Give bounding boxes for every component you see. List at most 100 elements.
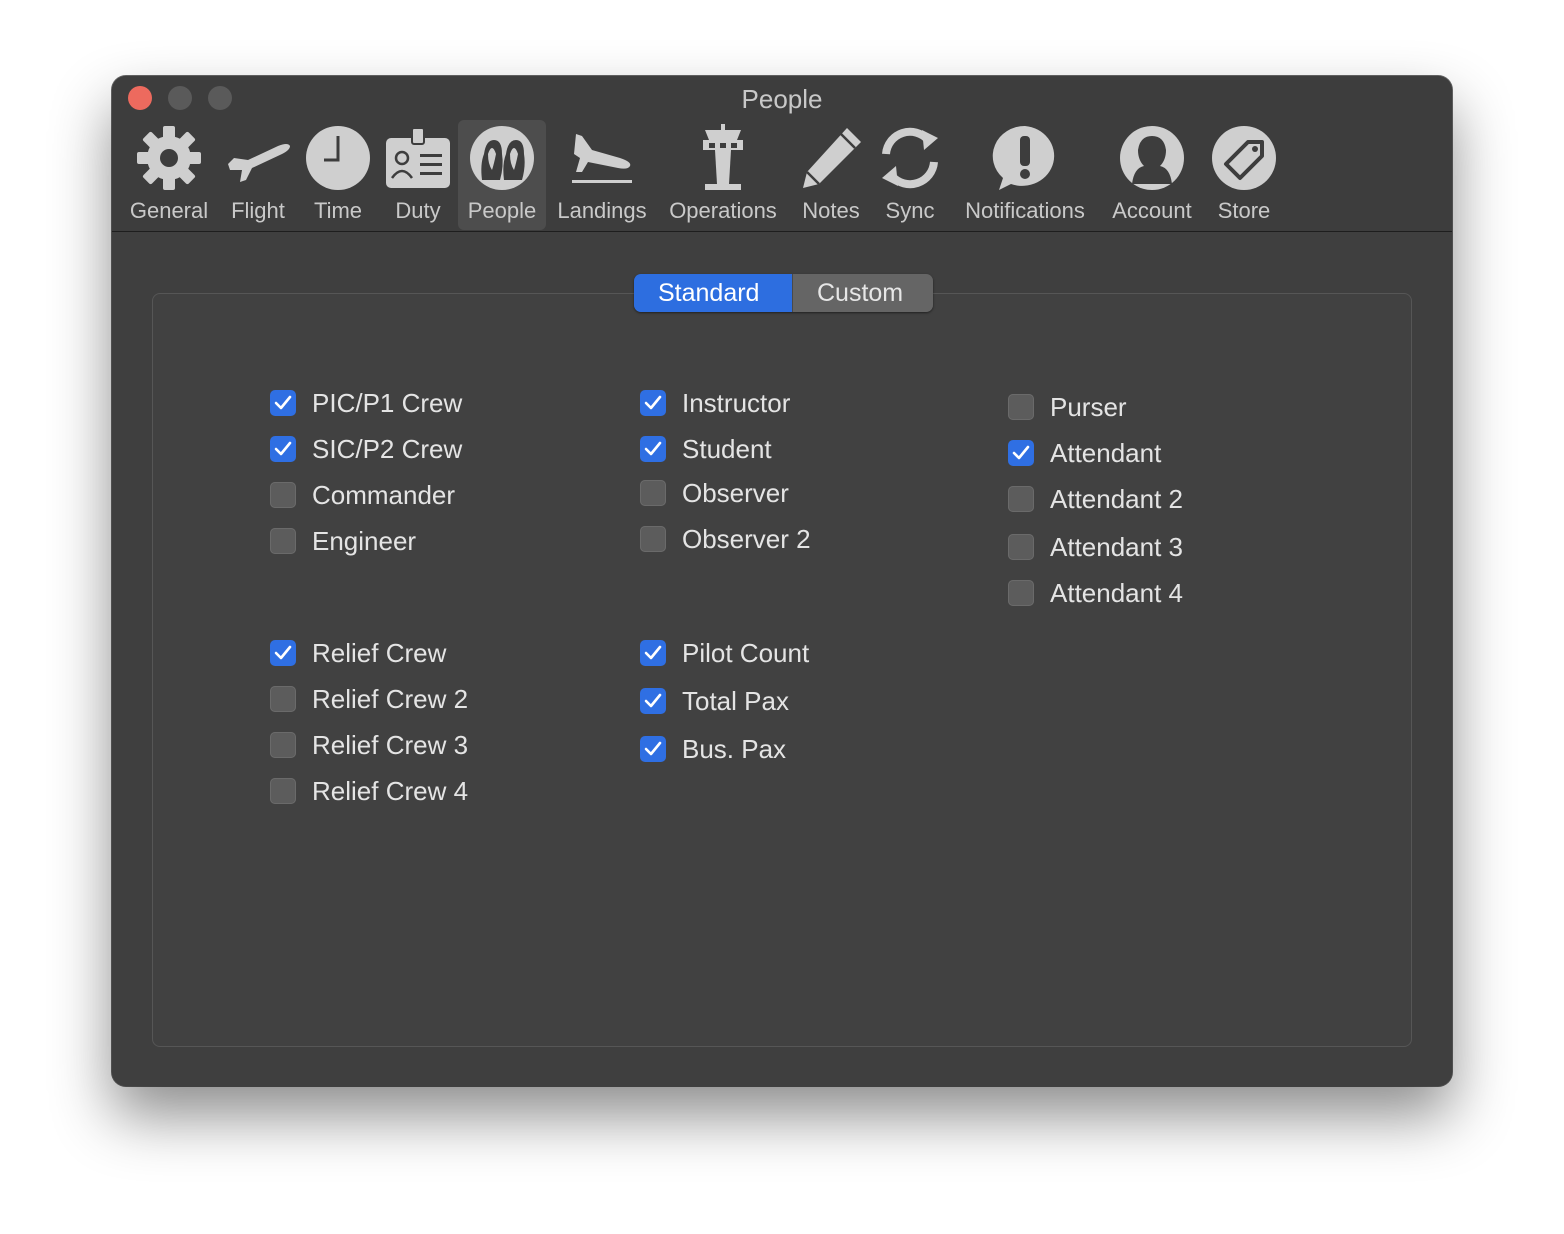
gear-icon [137, 126, 201, 190]
tab-store-label: Store [1217, 198, 1271, 223]
checkbox-box[interactable] [1008, 534, 1034, 560]
checkbox-box[interactable] [1008, 394, 1034, 420]
tab-time[interactable]: Time [302, 120, 374, 230]
tab-account[interactable]: Account [1106, 120, 1198, 230]
checkmark-icon [644, 395, 662, 410]
checkmark-icon [644, 441, 662, 456]
checkmark-icon [1012, 445, 1030, 460]
checkbox-label: Student [682, 433, 772, 464]
sync-icon [882, 127, 938, 189]
checkbox-box[interactable] [640, 640, 666, 666]
checkmark-icon [644, 645, 662, 660]
checkbox-label: Pilot Count [682, 637, 810, 668]
landing-plane-icon [572, 134, 632, 183]
checkbox-box[interactable] [270, 390, 296, 416]
people-pane: Standard Custom PIC/P1 Crew SIC/P2 Crew Co… [112, 232, 1452, 1086]
window-title: People [741, 84, 823, 114]
preferences-window: People General Flight Time Duty People L… [112, 76, 1452, 1086]
checkbox-relief-crew-4[interactable]: Relief Crew 4 [270, 775, 468, 807]
standard-custom-segmented-control: Standard Custom [634, 274, 933, 312]
checkbox-total-pax[interactable]: Total Pax [640, 685, 789, 717]
tab-operations[interactable]: Operations [664, 120, 782, 230]
checkbox-label: Engineer [312, 525, 417, 556]
tab-notes[interactable]: Notes [796, 120, 866, 230]
checkbox-label: Attendant [1050, 437, 1162, 468]
checkbox-box[interactable] [270, 482, 296, 508]
checkbox-purser[interactable]: Purser [1008, 391, 1127, 423]
checkbox-label: Total Pax [682, 685, 789, 716]
checkbox-box[interactable] [270, 732, 296, 758]
checkbox-observer[interactable]: Observer [640, 477, 789, 509]
checkbox-attendant-4[interactable]: Attendant 4 [1008, 577, 1183, 609]
checkbox-relief-crew-3[interactable]: Relief Crew 3 [270, 729, 468, 761]
titlebar: People General Flight Time Duty People L… [112, 76, 1452, 232]
checkbox-relief-crew[interactable]: Relief Crew [270, 637, 446, 669]
checkbox-label: Relief Crew [312, 637, 447, 668]
checkmark-icon [274, 645, 292, 660]
checkbox-attendant[interactable]: Attendant [1008, 437, 1161, 469]
checkbox-box[interactable] [270, 686, 296, 712]
checkbox-box[interactable] [640, 390, 666, 416]
tab-sync[interactable]: Sync [876, 120, 944, 230]
tab-notifications-label: Notifications [965, 198, 1085, 223]
tab-notifications[interactable]: Notifications [958, 120, 1092, 230]
checkbox-engineer[interactable]: Engineer [270, 525, 416, 557]
checkbox-relief-crew-2[interactable]: Relief Crew 2 [270, 683, 468, 715]
tab-account-label: Account [1112, 198, 1192, 223]
checkmark-icon [644, 693, 662, 708]
checkbox-label: Relief Crew 3 [312, 729, 469, 760]
checkbox-label: Attendant 4 [1050, 577, 1183, 608]
checkbox-box[interactable] [270, 436, 296, 462]
checkbox-box[interactable] [1008, 580, 1034, 606]
people-icon [470, 126, 534, 190]
checkbox-observer-2[interactable]: Observer 2 [640, 523, 811, 555]
exclamation-bubble-icon [992, 125, 1055, 190]
tab-people[interactable]: People [458, 120, 546, 230]
checkbox-commander[interactable]: Commander [270, 479, 455, 511]
checkbox-bus-pax[interactable]: Bus. Pax [640, 733, 786, 765]
pencil-icon [803, 128, 861, 188]
tab-general[interactable]: General [128, 120, 210, 230]
checkbox-instructor[interactable]: Instructor [640, 387, 790, 419]
checkbox-label: Attendant 2 [1050, 483, 1183, 514]
checkbox-label: Bus. Pax [682, 733, 787, 764]
tab-operations-label: Operations [669, 198, 777, 223]
checkbox-label: Purser [1050, 391, 1127, 422]
checkbox-box[interactable] [1008, 440, 1034, 466]
tab-sync-label: Sync [885, 198, 935, 223]
checkbox-pilot-count[interactable]: Pilot Count [640, 637, 809, 669]
checkbox-box[interactable] [640, 526, 666, 552]
checkbox-label: SIC/P2 Crew [312, 433, 463, 464]
tab-flight[interactable]: Flight [222, 120, 294, 230]
tab-people-label: People [467, 198, 537, 223]
checkbox-box[interactable] [270, 528, 296, 554]
checkmark-icon [274, 395, 292, 410]
tab-store[interactable]: Store [1208, 120, 1280, 230]
checkbox-box[interactable] [640, 736, 666, 762]
checkbox-box[interactable] [270, 640, 296, 666]
tab-landings[interactable]: Landings [552, 120, 652, 230]
checkmark-icon [644, 741, 662, 756]
segment-standard[interactable]: Standard [634, 274, 792, 312]
checkbox-label: Commander [312, 479, 456, 510]
checkbox-box[interactable] [1008, 486, 1034, 512]
checkbox-box[interactable] [640, 688, 666, 714]
checkbox-label: Relief Crew 4 [312, 775, 469, 806]
checkbox-label: Relief Crew 2 [312, 683, 469, 714]
tab-duty[interactable]: Duty [382, 120, 454, 230]
checkbox-box[interactable] [640, 480, 666, 506]
checkbox-student[interactable]: Student [640, 433, 772, 465]
tab-general-label: General [129, 198, 209, 223]
tab-duty-label: Duty [395, 198, 441, 223]
tab-flight-label: Flight [231, 198, 285, 223]
checkbox-box[interactable] [640, 436, 666, 462]
checkbox-pic-p1-crew[interactable]: PIC/P1 Crew [270, 387, 462, 419]
checkbox-box[interactable] [270, 778, 296, 804]
checkbox-label: Instructor [682, 387, 791, 418]
checkbox-label: PIC/P1 Crew [312, 387, 463, 418]
clock-icon [306, 126, 370, 190]
checkbox-attendant-3[interactable]: Attendant 3 [1008, 531, 1183, 563]
segment-custom[interactable]: Custom [792, 274, 933, 312]
checkbox-attendant-2[interactable]: Attendant 2 [1008, 483, 1183, 515]
checkbox-sic-p2-crew[interactable]: SIC/P2 Crew [270, 433, 462, 465]
